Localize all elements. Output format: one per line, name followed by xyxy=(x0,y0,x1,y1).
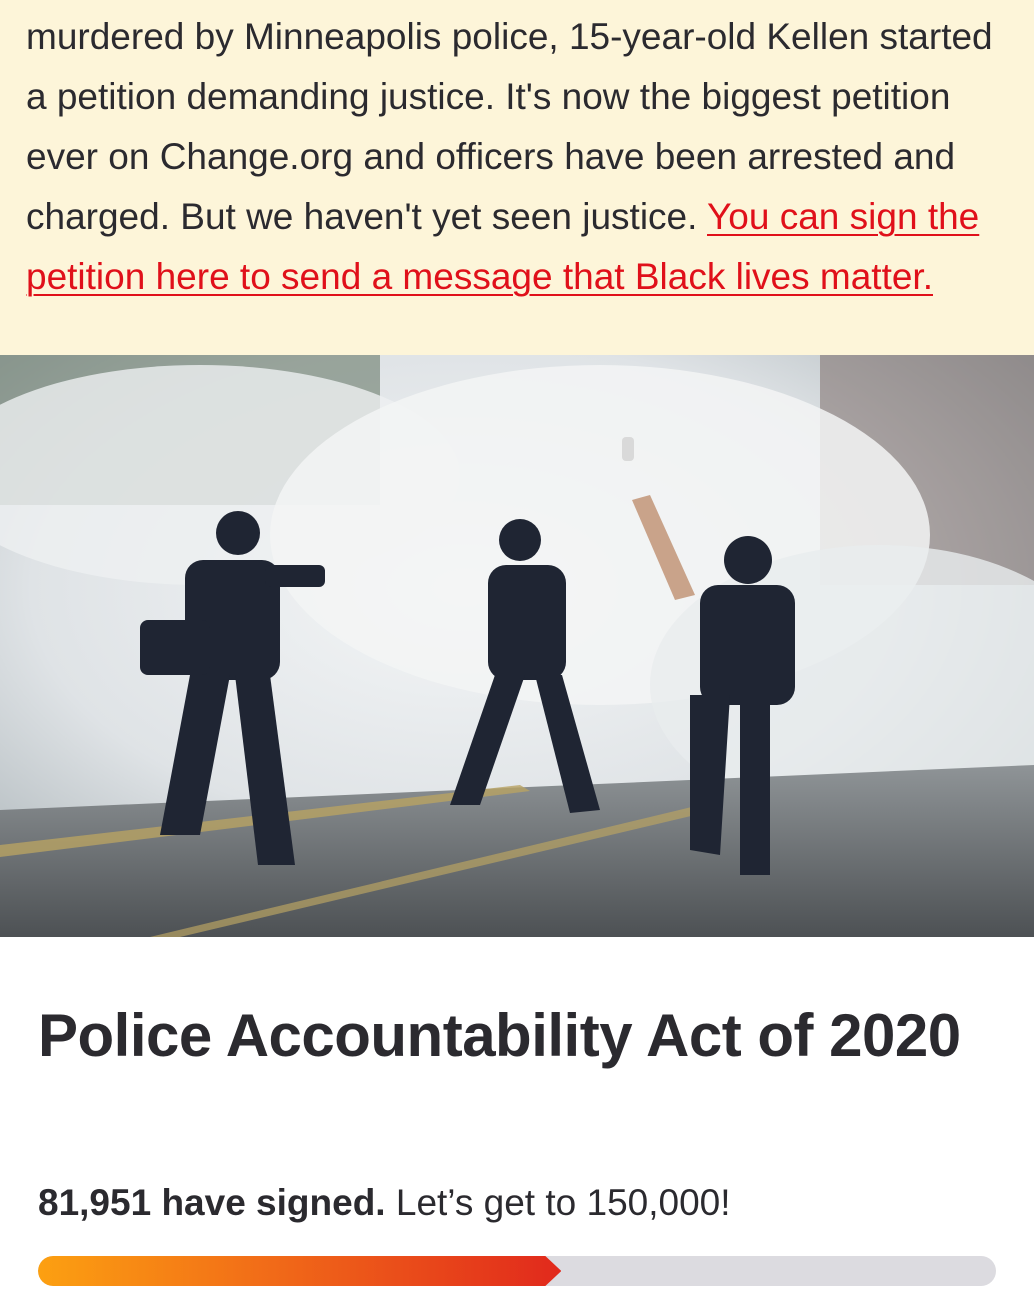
goal-text: Let’s get to 150,000! xyxy=(385,1182,731,1223)
petition-title: Police Accountability Act of 2020 xyxy=(38,1002,961,1069)
banner-text: murdered by Minneapolis police, 15-year-… xyxy=(26,7,1016,307)
signed-count: 81,951 have signed. xyxy=(38,1182,386,1223)
signature-progress-bar xyxy=(38,1256,996,1286)
signature-status: 81,951 have signed. Let’s get to 150,000… xyxy=(38,1178,731,1228)
signature-progress-fill xyxy=(38,1256,561,1286)
petition-photo xyxy=(0,355,1034,937)
info-banner: murdered by Minneapolis police, 15-year-… xyxy=(0,0,1034,355)
